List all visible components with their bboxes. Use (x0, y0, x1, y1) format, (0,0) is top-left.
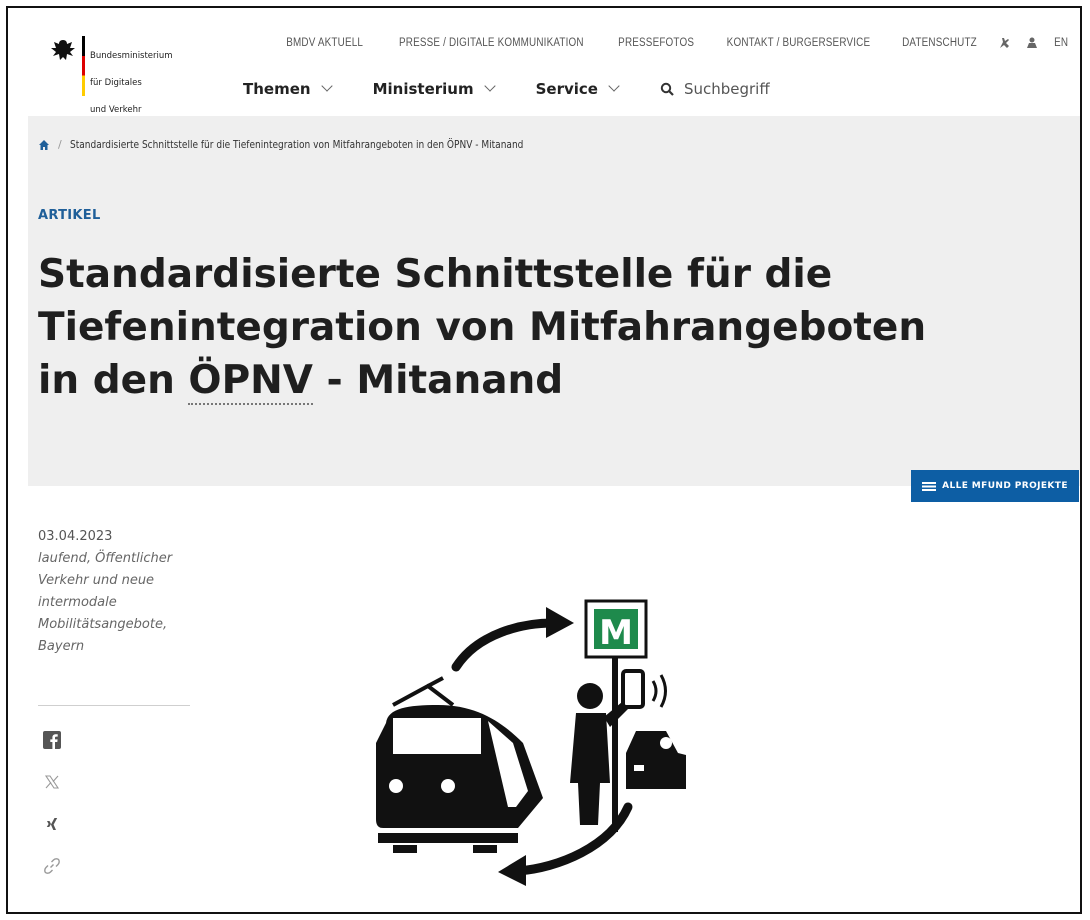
federal-eagle-icon (51, 40, 75, 60)
top-nav-datenschutz[interactable]: DATENSCHUTZ (896, 37, 983, 49)
car-icon (626, 731, 686, 789)
arrow-bottom (513, 802, 633, 876)
nav-themen[interactable]: Themen (243, 80, 333, 98)
breadcrumb-separator: / (58, 138, 62, 151)
nav-service[interactable]: Service (535, 80, 620, 98)
article-tags: laufend, Öffentlicher Verkehr und neue i… (38, 551, 173, 654)
xing-share-icon[interactable] (42, 814, 62, 834)
top-nav-pressefotos[interactable]: PRESSEFOTOS (613, 37, 701, 49)
chevron-down-icon (608, 80, 620, 92)
search-icon (660, 82, 674, 96)
page-title: Standardisierte Schnittstelle für die Ti… (38, 248, 938, 407)
top-nav: BMDV AKTUELL PRESSE / DIGITALE KOMMUNIKA… (273, 35, 1076, 51)
x-share-icon[interactable] (42, 772, 62, 792)
nav-themen-label: Themen (243, 80, 311, 98)
ministry-logo[interactable]: Bundesministerium für Digitales und Verk… (46, 32, 196, 115)
chevron-down-icon (483, 80, 496, 92)
title-line: Standardisierte Schnittstelle für die (38, 252, 833, 297)
top-nav-bmdv-aktuell[interactable]: BMDV AKTUELL (281, 37, 370, 49)
all-mfund-projects-label: ALLE MFUND PROJEKTE (942, 481, 1068, 491)
facebook-share-icon[interactable] (42, 730, 62, 750)
logo-line: und Verkehr (90, 105, 142, 115)
search-placeholder: Suchbegriff (683, 80, 770, 98)
copy-link-icon[interactable] (42, 856, 62, 876)
nav-service-label: Service (535, 80, 598, 98)
nav-ministerium-label: Ministerium (372, 80, 474, 98)
main-nav: Themen Ministerium Service Suchbegriff (243, 80, 770, 98)
title-line: Tiefenintegration von Mitfahrangeboten (38, 305, 927, 350)
chevron-down-icon (320, 80, 333, 92)
breadcrumb-current: Standardisierte Schnittstelle für die Ti… (69, 138, 524, 151)
search-input[interactable]: Suchbegriff (660, 80, 770, 98)
abbreviation-oepnv[interactable]: ÖPNV (188, 358, 313, 405)
share-bar (42, 730, 62, 876)
top-nav-kontakt[interactable]: KONTAKT / BÜRGERSERVICE (720, 37, 876, 49)
article-meta: 03.04.2023 laufend, Öffentlicher Verkehr… (38, 526, 198, 658)
title-line: in den (38, 358, 189, 403)
logo-line: Bundesministerium (90, 51, 173, 61)
flag-bar (82, 36, 85, 96)
title-line: - Mitanand (312, 358, 564, 403)
article-date: 03.04.2023 (38, 529, 113, 544)
language-switch-en[interactable]: EN (1048, 37, 1074, 49)
sign-language-icon[interactable] (996, 35, 1012, 51)
train-icon (376, 676, 543, 853)
home-icon[interactable] (38, 139, 50, 151)
article-type-label: ARTIKEL (38, 208, 101, 223)
logo-line: für Digitales (90, 78, 142, 88)
all-mfund-projects-button[interactable]: ALLE MFUND PROJEKTE (911, 470, 1079, 502)
page-frame: Bundesministerium für Digitales und Verk… (6, 6, 1082, 914)
article-hero: / Standardisierte Schnittstelle für die … (28, 116, 1080, 486)
nav-ministerium[interactable]: Ministerium (372, 80, 496, 98)
arrow-top (451, 618, 558, 672)
site-header: Bundesministerium für Digitales und Verk… (28, 18, 1080, 116)
easy-language-icon[interactable] (1024, 35, 1040, 51)
list-icon (922, 481, 937, 491)
sign-letter: M (599, 613, 633, 653)
breadcrumb: / Standardisierte Schnittstelle für die … (38, 138, 623, 151)
ridesharing-illustration: M (376, 599, 686, 886)
meta-divider (38, 705, 190, 706)
top-nav-presse[interactable]: PRESSE / DIGITALE KOMMUNIKATION (393, 37, 590, 49)
